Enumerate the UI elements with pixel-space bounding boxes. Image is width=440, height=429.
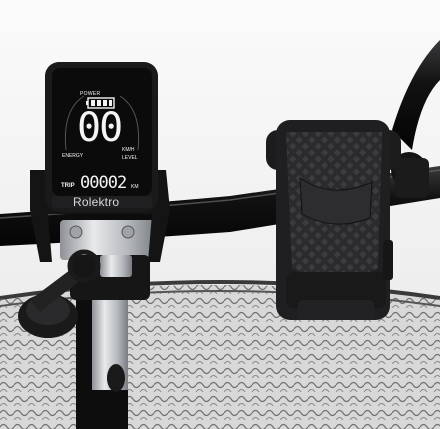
speed-readout: 00 <box>77 105 123 151</box>
energy-label: ENERGY <box>62 153 84 159</box>
trip-unit: KM <box>131 184 139 190</box>
product-photo: POWER 00 KM/H ENERGY LEVEL TRIP 00002 KM… <box>0 0 440 429</box>
trip-label: TRIP <box>61 183 75 189</box>
power-label: POWER <box>80 91 101 97</box>
speed-unit: KM/H <box>122 147 135 153</box>
scene-illustration <box>0 40 440 429</box>
level-label: LEVEL <box>122 155 138 161</box>
display-brand: Rolektro <box>73 195 120 209</box>
phone-holder-icon <box>266 120 401 320</box>
trip-readout: 00002 <box>80 173 127 193</box>
